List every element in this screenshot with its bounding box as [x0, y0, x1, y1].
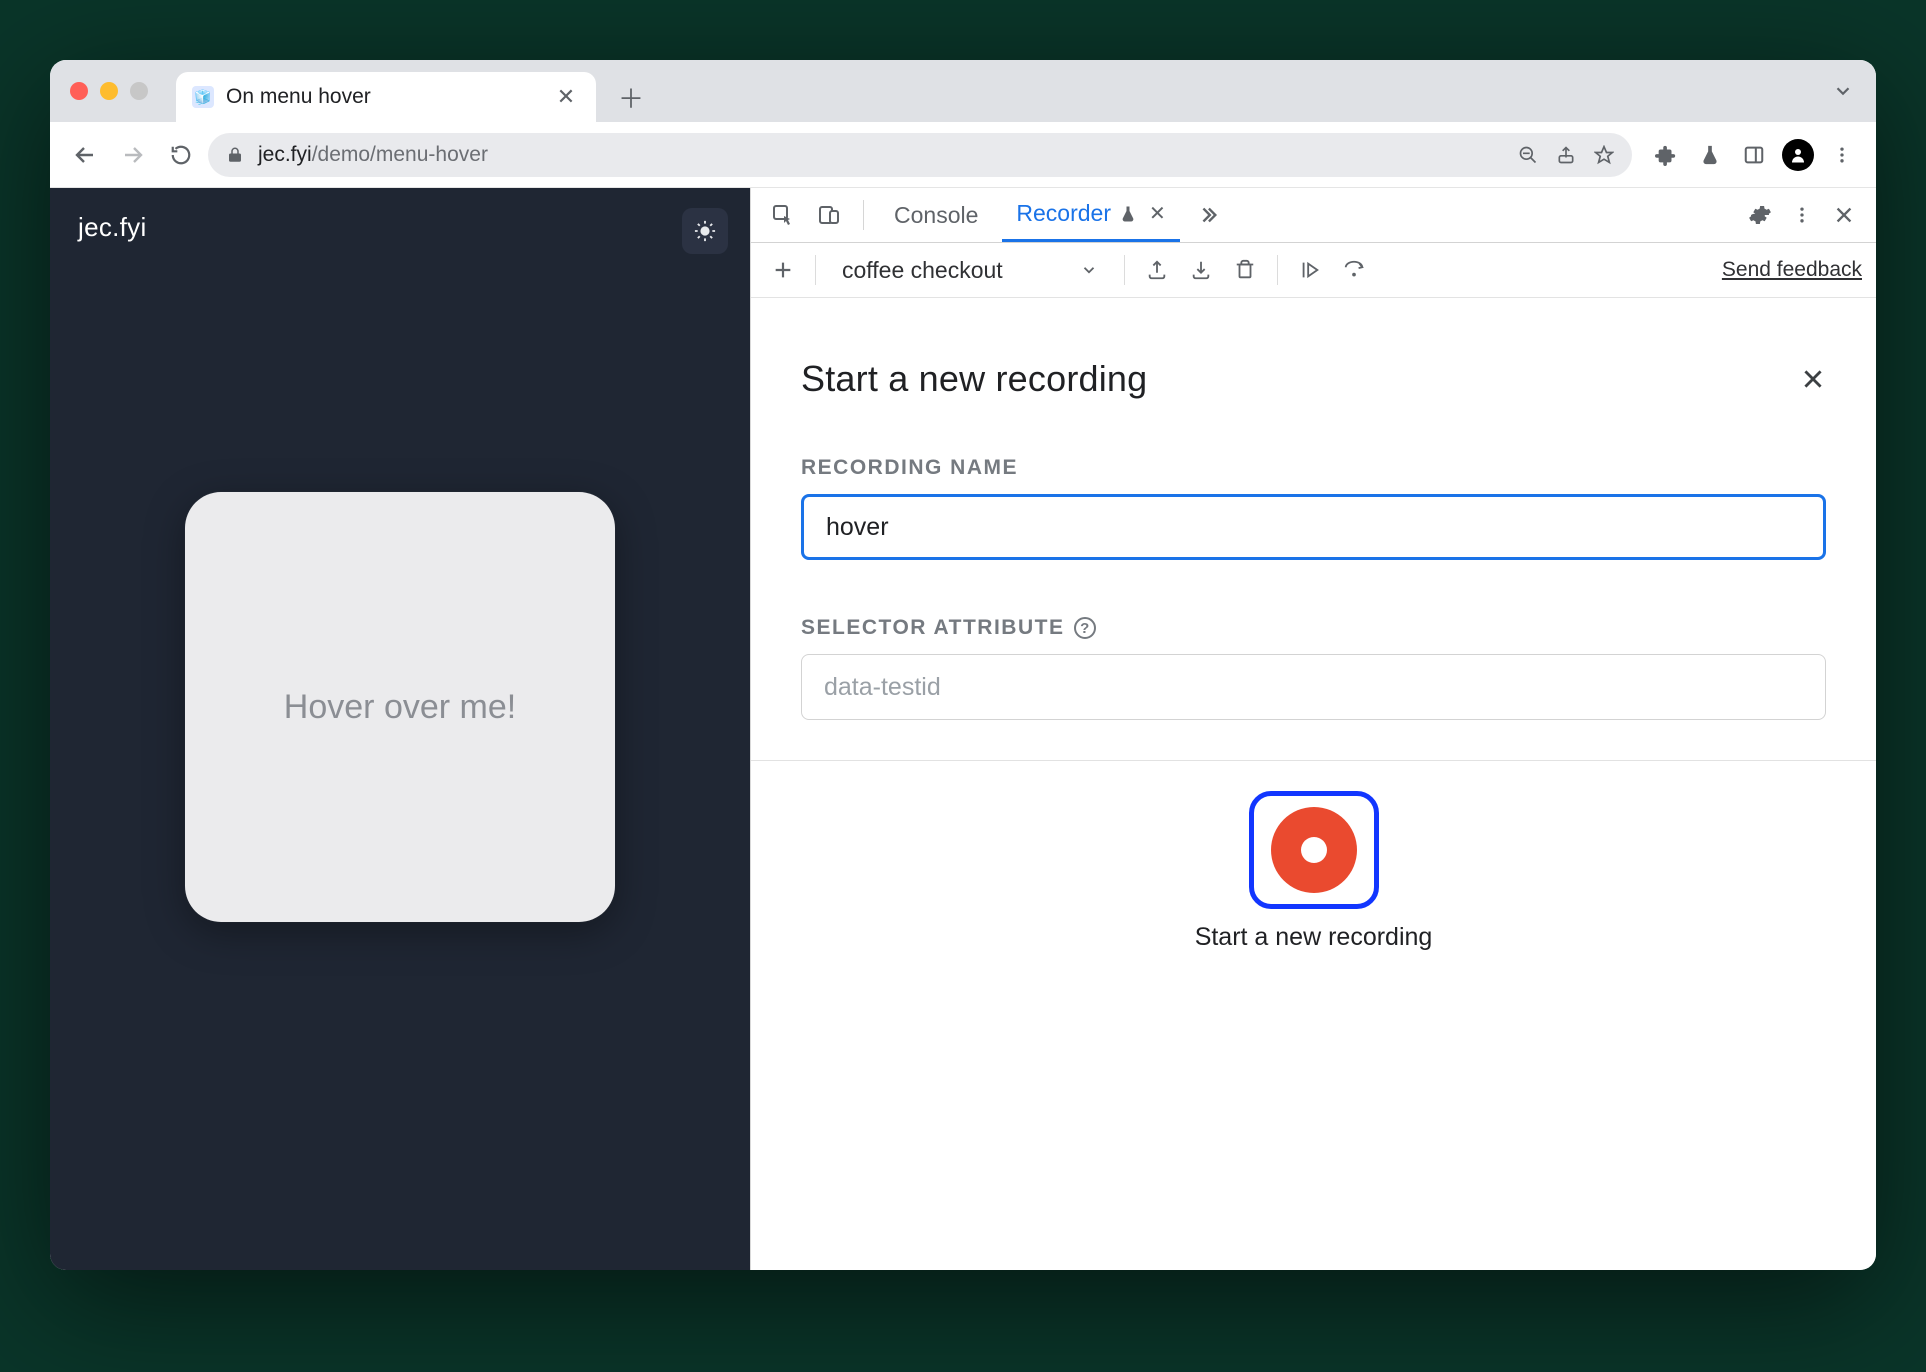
- more-tabs-icon[interactable]: [1190, 197, 1226, 233]
- url-path: /demo/menu-hover: [312, 143, 488, 166]
- address-bar: jec.fyi/demo/menu-hover: [50, 122, 1876, 188]
- export-icon[interactable]: [1139, 252, 1175, 288]
- new-recording-button[interactable]: [765, 252, 801, 288]
- new-tab-button[interactable]: ＋: [610, 76, 652, 118]
- labs-flask-icon[interactable]: [1690, 134, 1730, 176]
- tab-title: On menu hover: [226, 85, 540, 109]
- browser-tab[interactable]: 🧊 On menu hover ✕: [176, 72, 596, 122]
- selector-attribute-input[interactable]: [801, 654, 1826, 720]
- step-icon[interactable]: [1336, 252, 1372, 288]
- forward-button[interactable]: [112, 134, 154, 176]
- zoom-out-icon[interactable]: [1518, 145, 1538, 165]
- devtools-tabbar: Console Recorder ✕: [751, 188, 1876, 243]
- browser-menu-icon[interactable]: [1822, 134, 1862, 176]
- help-icon[interactable]: ?: [1074, 617, 1096, 639]
- play-icon[interactable]: [1292, 252, 1328, 288]
- url-host: jec.fyi: [258, 143, 312, 166]
- close-devtools-icon[interactable]: [1826, 197, 1862, 233]
- new-recording-form: Start a new recording RECORDING NAME SEL…: [751, 298, 1876, 761]
- content-area: jec.fyi Hover over me! Console Recorder …: [50, 188, 1876, 1270]
- selector-attribute-label: SELECTOR ATTRIBUTE ?: [801, 616, 1826, 640]
- devtools-panel: Console Recorder ✕ coffee checkout: [750, 188, 1876, 1270]
- reload-button[interactable]: [160, 134, 202, 176]
- start-recording-button[interactable]: [1249, 791, 1379, 909]
- minimize-window-icon[interactable]: [100, 82, 118, 100]
- send-feedback-link[interactable]: Send feedback: [1722, 258, 1862, 282]
- theme-toggle-button[interactable]: [682, 208, 728, 254]
- back-button[interactable]: [64, 134, 106, 176]
- experiment-flask-icon: [1119, 205, 1137, 223]
- record-area: Start a new recording: [751, 761, 1876, 982]
- lock-icon: [226, 146, 244, 164]
- record-icon: [1271, 807, 1357, 893]
- recording-name-input[interactable]: [801, 494, 1826, 560]
- close-form-icon[interactable]: [1800, 366, 1826, 392]
- devtools-menu-icon[interactable]: [1784, 197, 1820, 233]
- url-input[interactable]: jec.fyi/demo/menu-hover: [208, 133, 1632, 177]
- extensions-icon[interactable]: [1646, 134, 1686, 176]
- browser-window: 🧊 On menu hover ✕ ＋ jec.fyi/demo/menu-ho…: [50, 60, 1876, 1270]
- favicon-icon: 🧊: [192, 86, 214, 108]
- recording-select-label: coffee checkout: [842, 257, 1003, 284]
- recording-name-label: RECORDING NAME: [801, 456, 1826, 480]
- tabs-overflow-button[interactable]: [1832, 60, 1854, 122]
- record-caption: Start a new recording: [1195, 923, 1433, 952]
- window-controls: [62, 60, 176, 122]
- recorder-toolbar: coffee checkout Send feedback: [751, 243, 1876, 298]
- site-brand: jec.fyi: [78, 212, 722, 243]
- delete-icon[interactable]: [1227, 252, 1263, 288]
- webpage: jec.fyi Hover over me!: [50, 188, 750, 1270]
- recording-select[interactable]: coffee checkout: [830, 251, 1110, 289]
- maximize-window-icon[interactable]: [130, 82, 148, 100]
- share-icon[interactable]: [1556, 145, 1576, 165]
- tab-console[interactable]: Console: [880, 188, 992, 242]
- close-window-icon[interactable]: [70, 82, 88, 100]
- device-toolbar-icon[interactable]: [811, 197, 847, 233]
- import-icon[interactable]: [1183, 252, 1219, 288]
- bookmark-star-icon[interactable]: [1594, 145, 1614, 165]
- tab-recorder[interactable]: Recorder ✕: [1002, 188, 1179, 242]
- side-panel-icon[interactable]: [1734, 134, 1774, 176]
- settings-gear-icon[interactable]: [1742, 197, 1778, 233]
- profile-avatar[interactable]: [1778, 134, 1818, 176]
- hover-card-text: Hover over me!: [284, 688, 516, 727]
- tab-strip: 🧊 On menu hover ✕ ＋: [50, 60, 1876, 122]
- tab-close-icon[interactable]: ✕: [552, 84, 580, 110]
- form-title: Start a new recording: [801, 358, 1147, 400]
- hover-card[interactable]: Hover over me!: [185, 492, 615, 922]
- close-panel-icon[interactable]: ✕: [1149, 201, 1166, 226]
- inspect-element-icon[interactable]: [765, 197, 801, 233]
